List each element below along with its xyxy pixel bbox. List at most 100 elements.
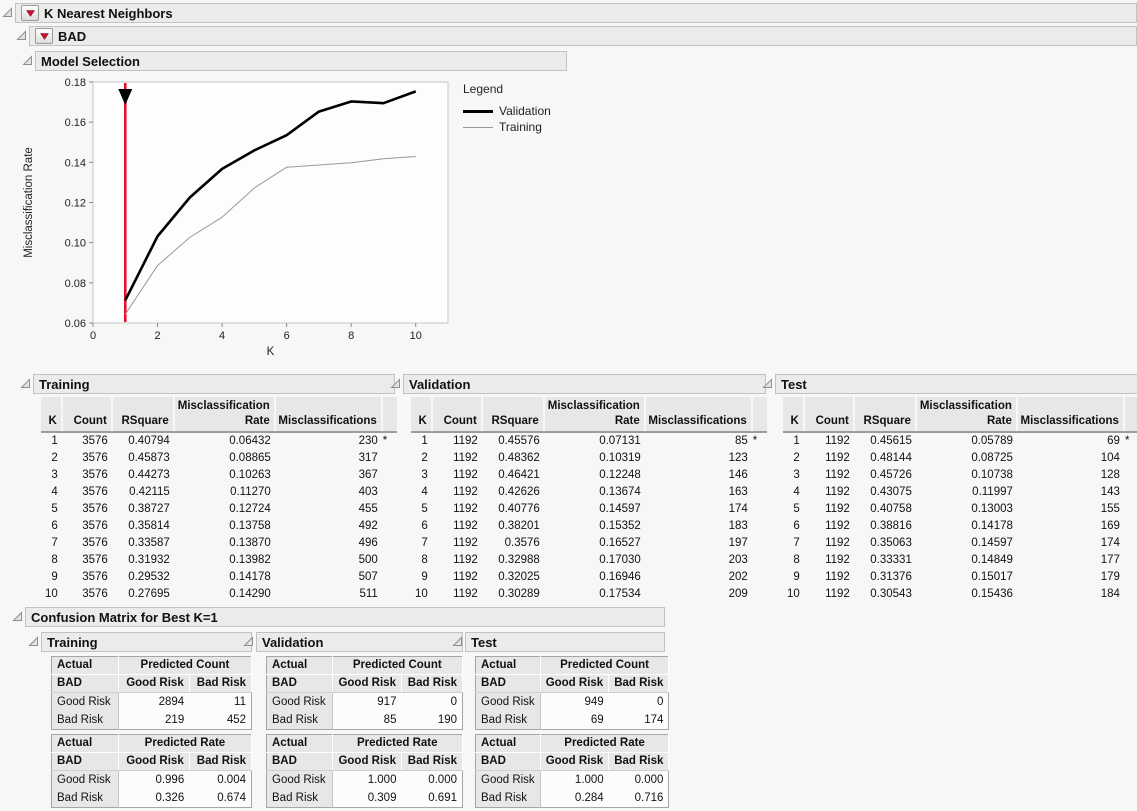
cell: 1192 <box>432 484 482 501</box>
cell: 155 <box>1017 501 1124 518</box>
table-row: 611920.388160.14178169 <box>783 518 1137 535</box>
table-row: 311920.464210.12248146 <box>411 467 767 484</box>
outline-row-bad: BAD <box>16 26 1137 46</box>
cell: 0.45576 <box>482 432 544 450</box>
table-row: 211920.483620.10319123 <box>411 450 767 467</box>
training-title: Training <box>39 377 90 392</box>
cell <box>1124 569 1137 586</box>
cell: 511 <box>275 586 382 603</box>
y-tick-label: 0.10 <box>65 238 86 250</box>
cell: 9 <box>411 569 432 586</box>
disclosure-icon[interactable] <box>452 636 463 647</box>
section-validation: Validation K Count RSquare Misclassifica… <box>390 374 767 603</box>
cell: 1192 <box>804 467 854 484</box>
training-count-matrix: ActualPredicted Count BADGood RiskBad Ri… <box>51 656 252 730</box>
disclosure-icon[interactable] <box>12 611 23 622</box>
model-selection-header-bar[interactable]: Model Selection <box>35 51 567 71</box>
cell: 0.996 <box>118 771 189 790</box>
cell <box>1124 535 1137 552</box>
col-flag <box>1124 397 1137 432</box>
x-tick-label: 4 <box>219 330 225 342</box>
cell: 3576 <box>62 569 112 586</box>
cell: 507 <box>275 569 382 586</box>
table-row: 611920.382010.15352183 <box>411 518 767 535</box>
cell: 3576 <box>62 467 112 484</box>
cell: 8 <box>41 552 62 569</box>
confusion-validation-title: Validation <box>262 635 323 650</box>
table-row: 935760.295320.14178507 <box>41 569 397 586</box>
cell: 0.45873 <box>112 450 174 467</box>
cell <box>1124 552 1137 569</box>
red-triangle-menu-button[interactable] <box>35 28 53 44</box>
cell: 1192 <box>804 501 854 518</box>
cell: 184 <box>1017 586 1124 603</box>
table-row: 911920.320250.16946202 <box>411 569 767 586</box>
cell: 0.15017 <box>916 569 1017 586</box>
y-tick-label: 0.18 <box>65 77 86 89</box>
y-tick-label: 0.14 <box>65 157 86 169</box>
confusion-header-bar[interactable]: Confusion Matrix for Best K=1 <box>25 607 665 627</box>
confusion-test-bar[interactable]: Test <box>465 632 665 652</box>
table-row: 1011920.305430.15436184 <box>783 586 1137 603</box>
header-row: ActualPredicted Count <box>52 657 252 675</box>
bad-header-bar[interactable]: BAD <box>29 26 1137 46</box>
knn-header-bar[interactable]: K Nearest Neighbors <box>15 3 1137 23</box>
test-header-bar[interactable]: Test <box>775 374 1137 394</box>
response-title: BAD <box>58 29 86 44</box>
cell: 174 <box>1017 535 1124 552</box>
cell: 6 <box>41 518 62 535</box>
cell: 0.08725 <box>916 450 1017 467</box>
disclosure-icon[interactable] <box>2 7 13 18</box>
cell: 0.32025 <box>482 569 544 586</box>
disclosure-icon[interactable] <box>390 378 401 389</box>
confusion-group-training: Training ActualPredicted Count BADGood R… <box>28 632 252 808</box>
table-row: Good Risk1.0000.000 <box>267 771 463 790</box>
cell: 949 <box>540 693 609 712</box>
x-tick-label: 2 <box>154 330 160 342</box>
confusion-validation-bar[interactable]: Validation <box>256 632 463 652</box>
disclosure-icon[interactable] <box>762 378 773 389</box>
validation-header-bar[interactable]: Validation <box>403 374 766 394</box>
section-test: Test K Count RSquare Misclassification R… <box>762 374 1137 603</box>
header-row: ActualPredicted Count <box>476 657 669 675</box>
cell: Bad Risk <box>476 789 541 808</box>
table-row: Good Risk9490 <box>476 693 669 712</box>
disclosure-icon[interactable] <box>28 636 39 647</box>
cell: 0.13758 <box>174 518 275 535</box>
outline-row-model-selection: Model Selection <box>22 51 567 71</box>
cell: 5 <box>411 501 432 518</box>
cell: 0.33587 <box>112 535 174 552</box>
table-row: 1035760.276950.14290511 <box>41 586 397 603</box>
cell: 0.40758 <box>854 501 916 518</box>
table-row: 811920.329880.17030203 <box>411 552 767 569</box>
table-row: 111920.456150.0578969* <box>783 432 1137 450</box>
cell: 0.14849 <box>916 552 1017 569</box>
cell: 0.17534 <box>544 586 645 603</box>
cell: 104 <box>1017 450 1124 467</box>
table-row: Good Risk289411 <box>52 693 252 712</box>
cell: 1192 <box>804 484 854 501</box>
cell: 492 <box>275 518 382 535</box>
actual-label: Actual <box>52 735 119 753</box>
cell: 0.30543 <box>854 586 916 603</box>
cell: 85 <box>332 711 401 730</box>
disclosure-icon[interactable] <box>243 636 254 647</box>
red-triangle-menu-button[interactable] <box>21 5 39 21</box>
disclosure-icon[interactable] <box>20 378 31 389</box>
cell: 2 <box>41 450 62 467</box>
cell: 0.29532 <box>112 569 174 586</box>
table-row: Bad Risk0.2840.716 <box>476 789 669 808</box>
cell: 1192 <box>804 569 854 586</box>
cell: 0.13870 <box>174 535 275 552</box>
cell: 9 <box>41 569 62 586</box>
cell <box>1124 501 1137 518</box>
cell: 8 <box>783 552 804 569</box>
training-header-bar[interactable]: Training <box>33 374 395 394</box>
table-row: 211920.481440.08725104 <box>783 450 1137 467</box>
cell: 0.10738 <box>916 467 1017 484</box>
cell: 179 <box>1017 569 1124 586</box>
table-row: 235760.458730.08865317 <box>41 450 397 467</box>
disclosure-icon[interactable] <box>16 30 27 41</box>
confusion-training-bar[interactable]: Training <box>41 632 252 652</box>
disclosure-icon[interactable] <box>22 55 33 66</box>
